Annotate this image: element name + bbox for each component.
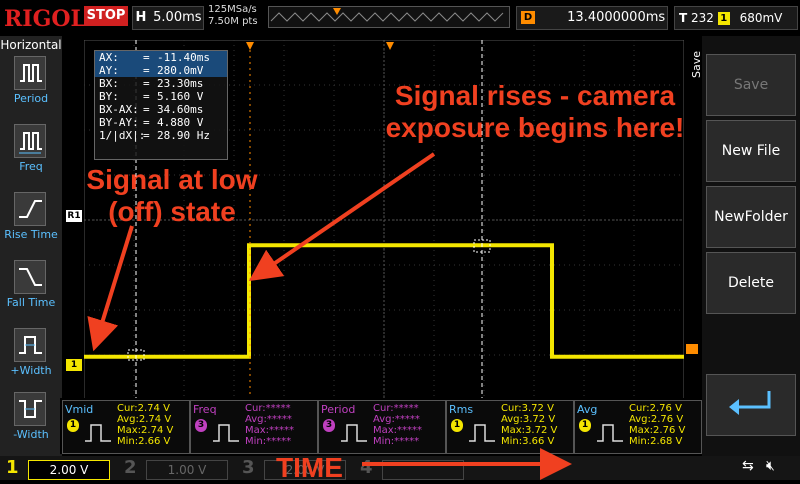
arrow-to-rising-edge (248, 152, 436, 282)
arrow-to-low-signal (87, 225, 134, 352)
annotation-arrows (87, 152, 572, 480)
